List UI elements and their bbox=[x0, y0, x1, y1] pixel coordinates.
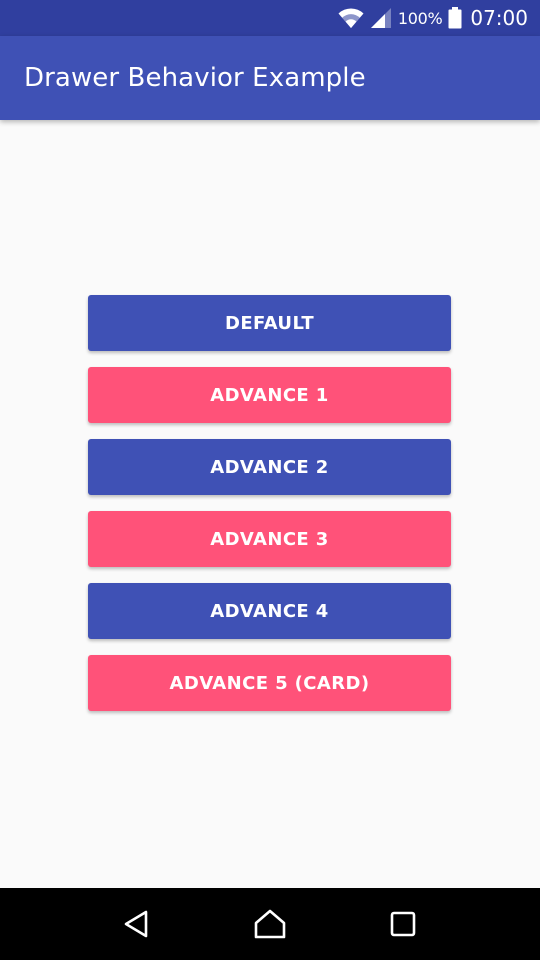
main-content: DEFAULT ADVANCE 1 ADVANCE 2 ADVANCE 3 AD… bbox=[0, 120, 540, 888]
navigation-bar bbox=[0, 888, 540, 960]
battery-icon bbox=[448, 7, 462, 29]
advance-1-button[interactable]: ADVANCE 1 bbox=[88, 367, 451, 423]
clock: 07:00 bbox=[470, 6, 528, 30]
advance-4-button[interactable]: ADVANCE 4 bbox=[88, 583, 451, 639]
advance-5-card-button[interactable]: ADVANCE 5 (CARD) bbox=[88, 655, 451, 711]
advance-2-button[interactable]: ADVANCE 2 bbox=[88, 439, 451, 495]
status-bar: 100% 07:00 bbox=[0, 0, 540, 36]
app-title: Drawer Behavior Example bbox=[24, 63, 366, 93]
default-button[interactable]: DEFAULT bbox=[88, 295, 451, 351]
app-bar: Drawer Behavior Example bbox=[0, 36, 540, 120]
home-icon[interactable] bbox=[240, 894, 300, 954]
wifi-icon bbox=[338, 7, 364, 29]
recents-icon[interactable] bbox=[373, 894, 433, 954]
cell-signal-icon bbox=[370, 7, 392, 29]
back-icon[interactable] bbox=[107, 894, 167, 954]
advance-3-button[interactable]: ADVANCE 3 bbox=[88, 511, 451, 567]
battery-percent: 100% bbox=[397, 8, 443, 28]
